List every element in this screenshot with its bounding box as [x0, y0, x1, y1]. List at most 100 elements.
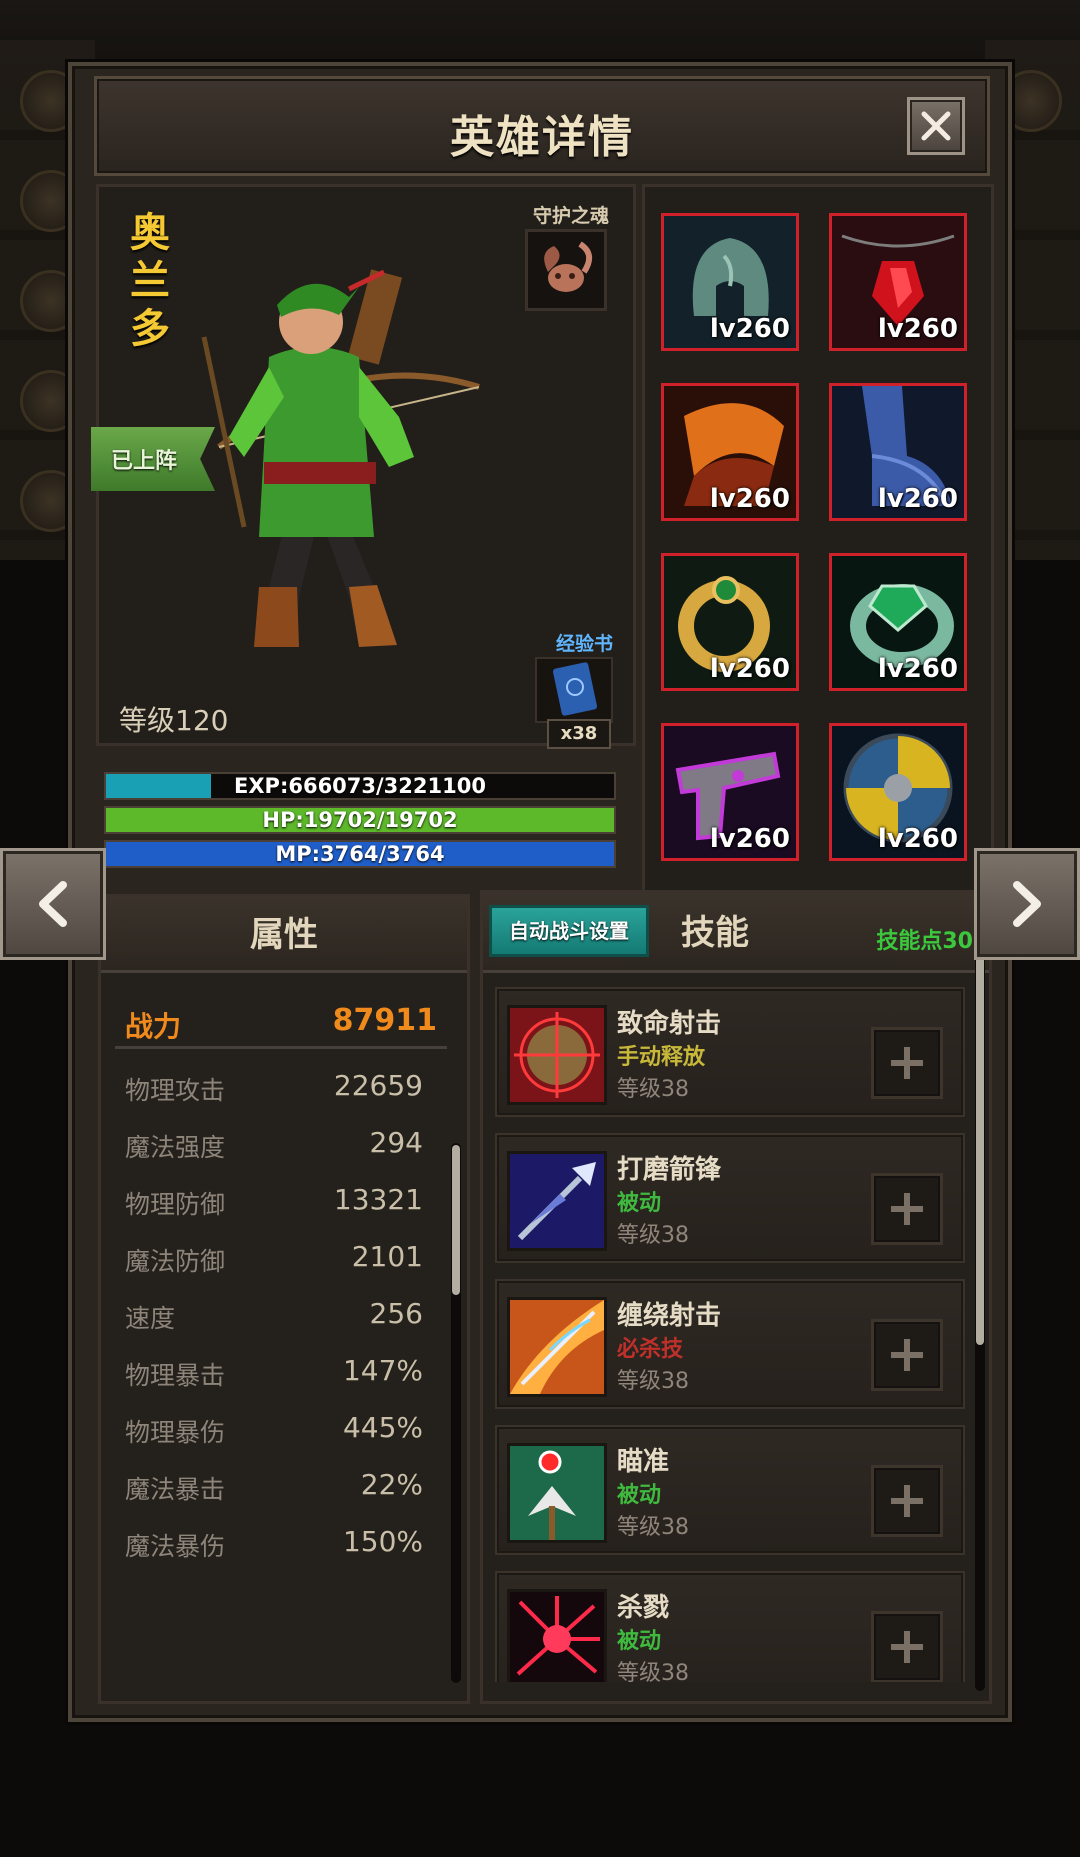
- equip-level: lv260: [709, 484, 790, 514]
- stat-value: 294: [369, 1126, 423, 1159]
- exp-book-icon: [552, 662, 598, 716]
- equip-slot-necklace[interactable]: lv260: [829, 213, 967, 351]
- equip-slot-cloak[interactable]: lv260: [661, 383, 799, 521]
- equip-slot-helmet[interactable]: lv260: [661, 213, 799, 351]
- upgrade-skill-button[interactable]: [871, 1611, 943, 1682]
- equip-level: lv260: [709, 314, 790, 344]
- next-hero-button[interactable]: [974, 848, 1080, 960]
- skill-level: 等级38: [617, 1369, 689, 1394]
- skill-name: 杀戮: [617, 1593, 670, 1623]
- exp-book-slot[interactable]: [535, 657, 613, 723]
- equip-level: lv260: [877, 654, 958, 684]
- attributes-scrollbar[interactable]: [451, 1143, 461, 1683]
- fire-arrow-icon: [510, 1300, 604, 1394]
- stat-row: 魔法暴伤 150%: [115, 1519, 427, 1575]
- close-button[interactable]: [907, 97, 965, 155]
- exp-book-label: 经验书: [555, 633, 613, 655]
- upgrade-skill-button[interactable]: [871, 1027, 943, 1099]
- attributes-panel: 属性 战力 87911 物理攻击 22659 魔法强度 294 物理防御 133…: [98, 894, 470, 1704]
- auto-battle-settings-button[interactable]: 自动战斗设置: [489, 905, 649, 957]
- skill-name: 缠绕射击: [617, 1301, 722, 1331]
- skill-type: 被动: [617, 1191, 662, 1216]
- stat-value: 147%: [342, 1354, 423, 1387]
- panel-title: 英雄详情: [450, 112, 634, 163]
- stat-label: 速度: [125, 1304, 176, 1333]
- equip-level: lv260: [877, 484, 958, 514]
- plus-icon: [891, 1047, 923, 1079]
- skill-card[interactable]: 打磨箭锋 被动 等级38: [495, 1133, 965, 1263]
- skill-type: 手动释放: [617, 1045, 706, 1070]
- hero-portrait-area: 奥兰多 已上阵 守护之魂 经验书 x38 等级120: [91, 184, 636, 749]
- equip-slot-ring-1[interactable]: lv260: [661, 553, 799, 691]
- skill-icon-slot: [507, 1151, 607, 1251]
- attributes-header: 属性: [101, 897, 467, 973]
- skills-scrollbar[interactable]: [975, 901, 985, 1691]
- blood-burst-icon: [510, 1592, 604, 1682]
- stat-row: 速度 256: [115, 1291, 427, 1347]
- stat-row: 魔法防御 2101: [115, 1234, 427, 1290]
- exp-text: EXP:666073/3221100: [234, 774, 486, 798]
- stat-row: 魔法强度 294: [115, 1120, 427, 1176]
- equip-slot-shield[interactable]: lv260: [829, 723, 967, 861]
- upgrade-skill-button[interactable]: [871, 1319, 943, 1391]
- skill-icon-slot: [507, 1297, 607, 1397]
- skill-points: 技能点30: [876, 929, 973, 954]
- plus-icon: [891, 1193, 923, 1225]
- skill-level: 等级38: [617, 1661, 689, 1682]
- hero-level: 等级120: [119, 704, 229, 737]
- attributes-scroll-thumb[interactable]: [452, 1145, 460, 1295]
- skill-card[interactable]: 瞄准 被动 等级38: [495, 1425, 965, 1555]
- skill-name: 致命射击: [617, 1009, 722, 1039]
- combat-power-value: 87911: [332, 1003, 437, 1038]
- stat-label: 魔法强度: [125, 1133, 226, 1162]
- chevron-right-icon: [1013, 881, 1041, 927]
- exp-book-count: x38: [547, 719, 611, 749]
- previous-hero-button[interactable]: [0, 848, 106, 960]
- equip-level: lv260: [877, 314, 958, 344]
- stat-label: 魔法暴伤: [125, 1532, 226, 1561]
- combat-power-row: 战力 87911: [115, 997, 447, 1049]
- equip-slot-ring-2[interactable]: lv260: [829, 553, 967, 691]
- stat-value: 150%: [342, 1525, 423, 1558]
- skills-scroll-thumb[interactable]: [976, 905, 984, 1345]
- stat-value: 2101: [351, 1240, 423, 1273]
- skill-list: 致命射击 手动释放 等级38 打磨箭锋 被动 等级38 缠绕射击 必杀技 等级3…: [483, 977, 989, 1682]
- equip-slot-weapon[interactable]: lv260: [661, 723, 799, 861]
- exp-bar: EXP:666073/3221100: [104, 772, 616, 800]
- mp-text: MP:3764/3764: [275, 842, 445, 866]
- upgrade-skill-button[interactable]: [871, 1173, 943, 1245]
- stat-label: 物理暴击: [125, 1361, 226, 1390]
- skill-icon-slot: [507, 1589, 607, 1682]
- title-bar: 英雄详情: [94, 76, 990, 176]
- skill-icon-slot: [507, 1005, 607, 1105]
- guardian-soul-slot[interactable]: [525, 229, 607, 311]
- stat-label: 物理攻击: [125, 1076, 226, 1105]
- equip-level: lv260: [709, 824, 790, 854]
- scorpion-icon: [544, 241, 593, 292]
- hero-name: 奥兰多: [130, 210, 170, 352]
- stat-value: 256: [369, 1297, 423, 1330]
- skill-level: 等级38: [617, 1077, 689, 1102]
- mp-bar: MP:3764/3764: [104, 840, 616, 868]
- skill-card[interactable]: 缠绕射击 必杀技 等级38: [495, 1279, 965, 1409]
- stat-value: 22%: [360, 1468, 423, 1501]
- skill-type: 被动: [617, 1629, 662, 1654]
- stat-label: 物理暴伤: [125, 1418, 226, 1447]
- stat-value: 22659: [333, 1069, 423, 1102]
- chevron-left-icon: [39, 881, 67, 927]
- stat-value: 445%: [342, 1411, 423, 1444]
- skill-card[interactable]: 致命射击 手动释放 等级38: [495, 987, 965, 1117]
- stat-row: 物理攻击 22659: [115, 1063, 427, 1119]
- skills-header: 技能: [681, 913, 749, 953]
- skill-level: 等级38: [617, 1223, 689, 1248]
- stat-row: 物理防御 13321: [115, 1177, 427, 1233]
- equip-slot-boots[interactable]: lv260: [829, 383, 967, 521]
- equip-level: lv260: [709, 654, 790, 684]
- arrowhead-icon: [510, 1154, 604, 1248]
- upgrade-skill-button[interactable]: [871, 1465, 943, 1537]
- plus-icon: [891, 1485, 923, 1517]
- skills-header-bar: 自动战斗设置 技能 技能点30: [483, 893, 989, 973]
- skill-card[interactable]: 杀戮 被动 等级38: [495, 1571, 965, 1682]
- soul-label: 守护之魂: [532, 205, 609, 227]
- plus-icon: [891, 1631, 923, 1663]
